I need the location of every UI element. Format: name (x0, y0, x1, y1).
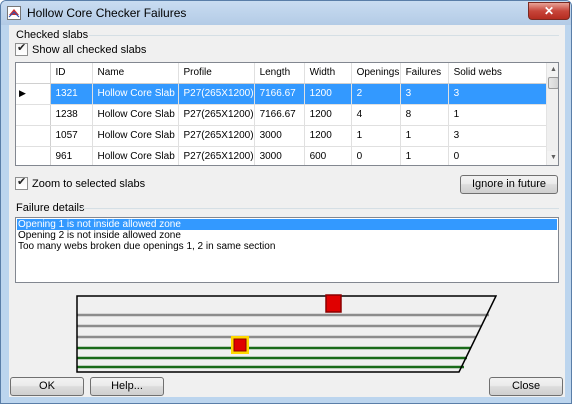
column-header[interactable]: Width (304, 63, 352, 84)
zoom-checkbox[interactable]: ✔ (15, 176, 28, 190)
table-row[interactable]: ▶ 1321 Hollow Core Slab P27(265X1200) 7166.6… (16, 83, 555, 105)
dialog-window: Hollow Core Checker Failures ✕ Checked s… (0, 0, 572, 404)
table-cell[interactable]: 1200 (304, 104, 352, 126)
list-item[interactable]: Opening 1 is not inside allowed zone (17, 219, 557, 230)
opening-2-marker (233, 338, 247, 352)
opening-1-marker (325, 294, 342, 313)
slabs-grid[interactable]: ID Name Profile Length Width Openings Failures… (15, 62, 559, 166)
app-icon (7, 6, 21, 20)
table-cell[interactable]: 8 (400, 104, 449, 126)
slabs-table: ID Name Profile Length Width Openings Failures… (16, 63, 555, 165)
button-bar: OK Help... Close (9, 375, 565, 397)
show-all-label[interactable]: Show all checked slabs (32, 44, 146, 56)
help-button[interactable]: Help... (90, 377, 164, 396)
table-cell[interactable]: 3000 (254, 146, 305, 165)
list-item[interactable]: Opening 2 is not inside allowed zone (17, 230, 557, 241)
table-cell[interactable]: 3 (448, 83, 549, 105)
close-icon: ✕ (543, 4, 555, 18)
row-header[interactable] (16, 146, 51, 165)
column-header[interactable]: Openings (351, 63, 401, 84)
window-title: Hollow Core Checker Failures (27, 6, 187, 20)
table-row[interactable]: 961 Hollow Core Slab P27(265X1200) 3000 600 0… (16, 146, 555, 165)
column-header[interactable]: Failures (400, 63, 449, 84)
table-cell[interactable]: 7166.67 (254, 104, 305, 126)
ok-button[interactable]: OK (10, 377, 84, 396)
table-cell[interactable]: Hollow Core Slab (92, 83, 179, 105)
show-all-checkbox[interactable]: ✔ (15, 42, 28, 56)
table-cell[interactable]: 1 (351, 125, 401, 147)
table-cell[interactable]: Hollow Core Slab (92, 125, 179, 147)
column-header[interactable]: Profile (178, 63, 255, 84)
row-header[interactable] (16, 104, 51, 126)
row-header[interactable]: ▶ (16, 83, 51, 105)
title-bar[interactable]: Hollow Core Checker Failures ✕ (1, 1, 571, 25)
table-cell[interactable]: P27(265X1200) (178, 104, 255, 126)
table-cell[interactable]: 0 (351, 146, 401, 165)
table-cell[interactable]: 961 (50, 146, 93, 165)
table-cell[interactable]: 3 (448, 125, 549, 147)
zoom-label[interactable]: Zoom to selected slabs (32, 178, 145, 190)
table-cell[interactable]: 7166.67 (254, 83, 305, 105)
column-header[interactable]: Length (254, 63, 305, 84)
scroll-up-icon[interactable]: ▲ (547, 63, 558, 77)
close-button[interactable]: Close (489, 377, 563, 396)
grid-header-row: ID Name Profile Length Width Openings Failures… (16, 63, 555, 84)
row-header-corner (16, 63, 51, 84)
grid-vertical-scrollbar[interactable]: ▲ ▼ (546, 63, 558, 165)
scroll-thumb[interactable] (548, 77, 558, 89)
row-header[interactable] (16, 125, 51, 147)
checkmark-icon: ✔ (17, 176, 27, 188)
table-cell[interactable]: 0 (448, 146, 549, 165)
table-cell[interactable]: 1057 (50, 125, 93, 147)
current-row-icon: ▶ (19, 88, 26, 98)
table-cell[interactable]: 1200 (304, 125, 352, 147)
failure-details-group-label: Failure details (16, 202, 85, 214)
table-cell[interactable]: P27(265X1200) (178, 83, 255, 105)
table-cell[interactable]: 1 (448, 104, 549, 126)
column-header[interactable]: Name (92, 63, 179, 84)
table-cell[interactable]: 4 (351, 104, 401, 126)
checked-slabs-group-label: Checked slabs (16, 29, 89, 41)
group-divider (89, 35, 559, 36)
slab-outline (76, 295, 497, 373)
table-row[interactable]: 1238 Hollow Core Slab P27(265X1200) 7166.67… (16, 104, 555, 126)
column-header[interactable]: Solid webs (448, 63, 549, 84)
table-cell[interactable]: P27(265X1200) (178, 146, 255, 165)
window-close-button[interactable]: ✕ (528, 2, 570, 20)
table-row[interactable]: 1057 Hollow Core Slab P27(265X1200) 3000 120… (16, 125, 555, 147)
table-cell[interactable]: 600 (304, 146, 352, 165)
table-cell[interactable]: 1200 (304, 83, 352, 105)
ignore-in-future-button[interactable]: Ignore in future (460, 175, 558, 194)
table-cell[interactable]: 1238 (50, 104, 93, 126)
table-cell[interactable]: 3000 (254, 125, 305, 147)
group-divider (81, 208, 559, 209)
slab-preview (76, 294, 497, 373)
table-cell[interactable]: Hollow Core Slab (92, 104, 179, 126)
table-cell[interactable]: 1 (400, 125, 449, 147)
table-cell[interactable]: 2 (351, 83, 401, 105)
table-cell[interactable]: P27(265X1200) (178, 125, 255, 147)
table-cell[interactable]: 1 (400, 146, 449, 165)
checkmark-icon: ✔ (17, 42, 27, 54)
failure-details-list[interactable]: Opening 1 is not inside allowed zone Ope… (15, 217, 559, 283)
list-item[interactable]: Too many webs broken due openings 1, 2 i… (17, 241, 557, 252)
table-cell[interactable]: 1321 (50, 83, 93, 105)
table-cell[interactable]: 3 (400, 83, 449, 105)
scroll-down-icon[interactable]: ▼ (547, 151, 558, 165)
column-header[interactable]: ID (50, 63, 93, 84)
dialog-client: Checked slabs ✔ Show all checked slabs I… (9, 25, 565, 397)
table-cell[interactable]: Hollow Core Slab (92, 146, 179, 165)
